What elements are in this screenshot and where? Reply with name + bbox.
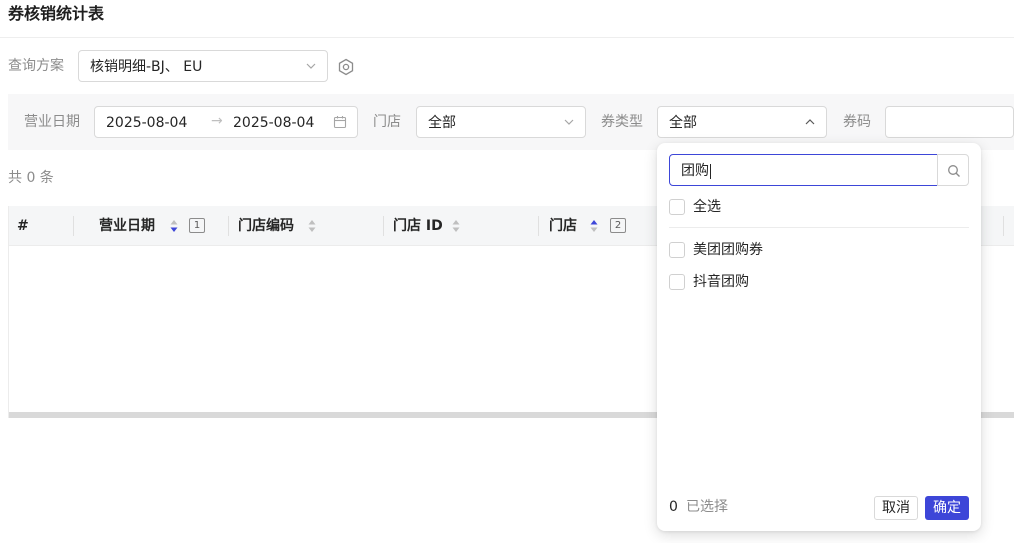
dropdown-search-input[interactable]: 团购 [669, 154, 938, 186]
sort-order-badge: 1 [189, 218, 205, 233]
dropdown-search-value: 团购 [681, 163, 709, 179]
date-end[interactable]: 2025-08-04 [233, 114, 314, 132]
scheme-select[interactable]: 核销明细-BJ、 EU [78, 50, 328, 82]
page-title: 券核销统计表 [8, 4, 105, 23]
column-header-store-code[interactable]: 门店编码 [238, 217, 294, 235]
column-divider [73, 216, 74, 236]
search-icon [948, 165, 960, 177]
date-start[interactable]: 2025-08-04 [106, 114, 187, 132]
store-select[interactable]: 全部 [416, 106, 586, 138]
coupon-code-input[interactable] [885, 106, 1014, 138]
column-divider [1003, 216, 1004, 236]
calendar-icon [333, 116, 347, 129]
select-all-label: 全选 [693, 199, 721, 215]
dropdown-divider [669, 227, 969, 228]
selected-label: 已选择 [686, 499, 728, 515]
date-separator: → [211, 113, 223, 129]
gear-icon[interactable] [336, 57, 356, 77]
checkbox[interactable] [669, 242, 685, 258]
column-divider [383, 216, 384, 236]
coupon-code-filter-label: 券码 [843, 114, 871, 130]
sort-asc-icon[interactable] [590, 219, 598, 233]
column-divider [538, 216, 539, 236]
column-header-store[interactable]: 门店 [549, 217, 577, 235]
sort-icon[interactable] [452, 219, 460, 233]
chevron-down-icon [306, 63, 316, 69]
sort-icon[interactable] [308, 219, 316, 233]
option-label: 抖音团购 [693, 274, 749, 290]
chevron-up-icon [805, 119, 815, 125]
result-count: 共 0 条 [8, 170, 54, 186]
date-filter-label: 营业日期 [24, 114, 80, 130]
option-label: 美团团购券 [693, 242, 763, 258]
column-header-business-date[interactable]: 营业日期 [99, 217, 155, 235]
checkbox[interactable] [669, 274, 685, 290]
coupon-type-dropdown: 团购 全选 美团团购券 抖音团购 0 已选择 取消 确定 [657, 143, 981, 531]
date-range-picker[interactable]: 2025-08-04 → 2025-08-04 [94, 106, 358, 138]
scheme-select-value: 核销明细-BJ、 EU [90, 59, 203, 75]
text-caret [710, 163, 711, 179]
sort-desc-icon[interactable] [170, 219, 178, 233]
store-filter-label: 门店 [373, 114, 401, 130]
coupon-type-filter-label: 券类型 [601, 114, 643, 130]
coupon-type-select-value: 全部 [669, 115, 697, 131]
sort-order-badge: 2 [610, 218, 626, 233]
dropdown-search-button[interactable] [937, 154, 969, 186]
store-select-value: 全部 [428, 115, 456, 131]
title-divider [0, 37, 1014, 38]
selected-count: 0 [669, 499, 678, 515]
scheme-label: 查询方案 [8, 58, 64, 74]
column-divider [228, 216, 229, 236]
checkbox[interactable] [669, 199, 685, 215]
chevron-down-icon [564, 119, 574, 125]
column-header-index: # [17, 218, 29, 234]
coupon-type-select[interactable]: 全部 [657, 106, 827, 138]
confirm-button[interactable]: 确定 [925, 496, 969, 520]
column-header-store-id[interactable]: 门店 ID [393, 217, 443, 235]
cancel-button[interactable]: 取消 [874, 496, 918, 520]
